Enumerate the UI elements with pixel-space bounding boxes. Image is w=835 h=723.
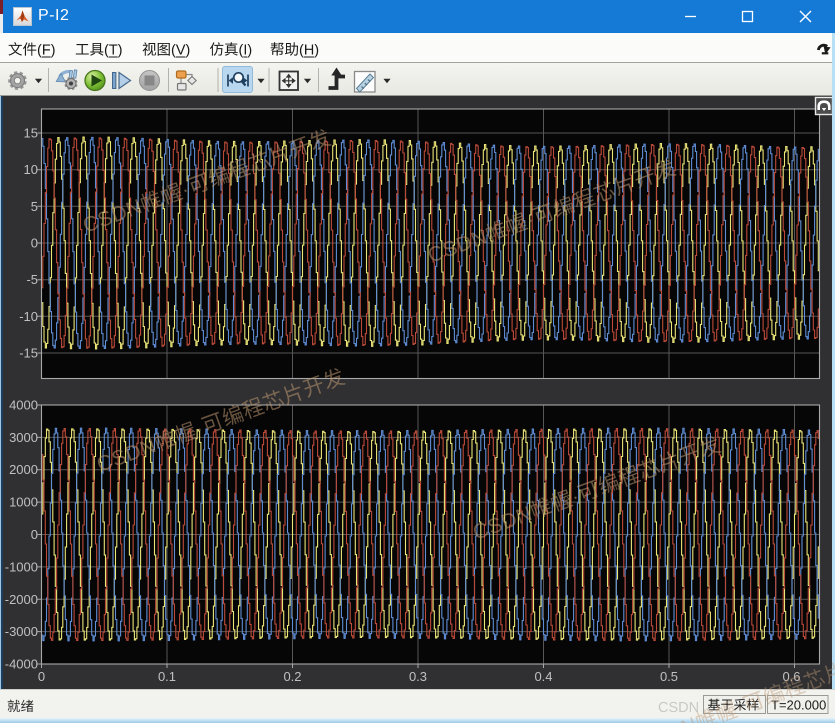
svg-text:0: 0 <box>31 527 38 542</box>
svg-text:4000: 4000 <box>9 398 38 413</box>
svg-text:2000: 2000 <box>9 462 38 477</box>
svg-text:10: 10 <box>24 162 38 177</box>
svg-text:0.6: 0.6 <box>782 669 800 684</box>
svg-text:1000: 1000 <box>9 495 38 510</box>
svg-text:0.3: 0.3 <box>409 669 427 684</box>
svg-text:0: 0 <box>38 669 45 684</box>
svg-text:0.2: 0.2 <box>283 669 301 684</box>
svg-text:-3000: -3000 <box>5 624 38 639</box>
svg-text:-4000: -4000 <box>5 657 38 672</box>
svg-text:-10: -10 <box>19 309 38 324</box>
svg-text:-1000: -1000 <box>5 559 38 574</box>
svg-text:15: 15 <box>24 126 38 141</box>
svg-text:0.4: 0.4 <box>534 669 552 684</box>
svg-text:-2000: -2000 <box>5 592 38 607</box>
svg-text:-5: -5 <box>26 272 38 287</box>
svg-text:0.1: 0.1 <box>158 669 176 684</box>
svg-text:5: 5 <box>31 199 38 214</box>
svg-text:-15: -15 <box>19 346 38 361</box>
svg-text:0: 0 <box>31 236 38 251</box>
svg-text:3000: 3000 <box>9 430 38 445</box>
svg-text:0.5: 0.5 <box>660 669 678 684</box>
